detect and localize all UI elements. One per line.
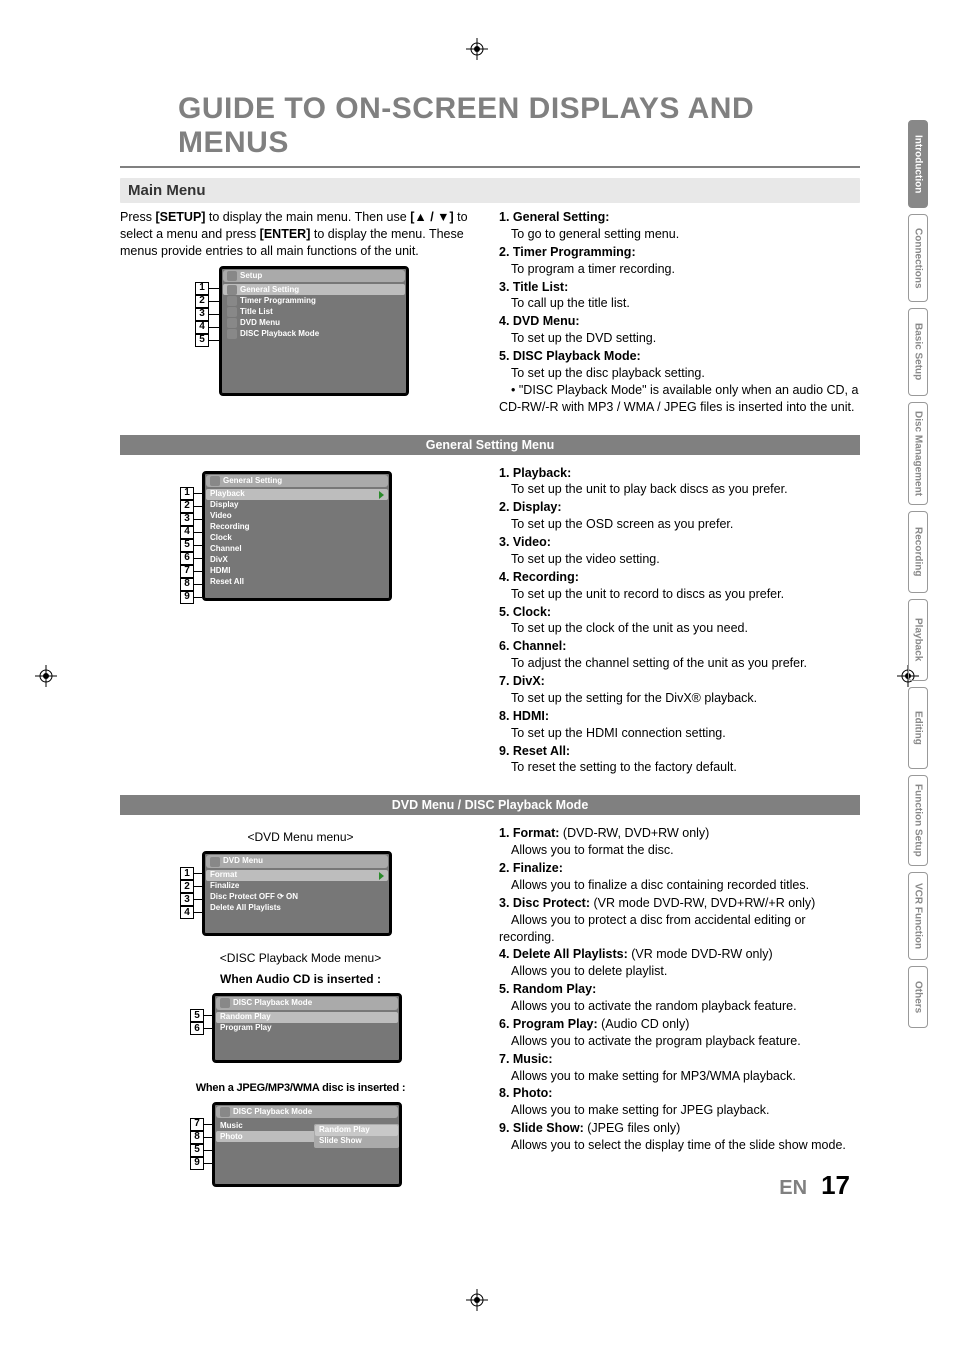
callout-num: 4 xyxy=(195,321,209,334)
callout-num: 7 xyxy=(180,565,194,578)
callout-num: 9 xyxy=(180,591,194,604)
dvd-menu-caption: <DVD Menu menu> xyxy=(120,829,481,845)
subheader-general-setting: General Setting Menu xyxy=(120,435,860,455)
updown-keys: [▲ / ▼] xyxy=(410,210,454,224)
callout-num: 2 xyxy=(195,295,209,308)
menu-row-icon xyxy=(227,296,237,306)
menu-row-icon xyxy=(227,329,237,339)
jpeg-caption: When a JPEG/MP3/WMA disc is inserted : xyxy=(120,1081,481,1096)
callout-num: 7 xyxy=(190,1118,204,1131)
tab-vcr-function[interactable]: VCR Function xyxy=(908,872,928,960)
callout-setup: 1 2 3 4 5 xyxy=(195,282,219,347)
tab-connections[interactable]: Connections xyxy=(908,214,928,302)
intro-paragraph: Press [SETUP] to display the main menu. … xyxy=(120,209,481,260)
callout-num: 9 xyxy=(190,1157,204,1170)
side-tabs: Introduction Connections Basic Setup Dis… xyxy=(888,120,954,1028)
chevron-right-icon xyxy=(379,491,384,499)
callout-num: 5 xyxy=(190,1009,204,1022)
subheader-dvd: DVD Menu / DISC Playback Mode xyxy=(120,795,860,815)
menu-row-icon xyxy=(227,307,237,317)
callout-num: 6 xyxy=(190,1022,204,1035)
callout-num: 8 xyxy=(180,578,194,591)
registration-mark-icon xyxy=(466,1289,488,1311)
tab-editing[interactable]: Editing xyxy=(908,687,928,769)
callout-jpeg: 7 8 5 9 xyxy=(190,1118,212,1170)
tab-recording[interactable]: Recording xyxy=(908,511,928,593)
page-number: EN 17 xyxy=(779,1170,850,1201)
callout-audio: 5 6 xyxy=(190,1009,212,1035)
general-setting-descriptions: 1. Playback:To set up the unit to play b… xyxy=(499,465,860,777)
callout-num: 5 xyxy=(180,539,194,552)
osd-submenu: Random Play Slide Show xyxy=(314,1124,399,1148)
registration-mark-icon xyxy=(35,665,57,687)
registration-mark-icon xyxy=(466,38,488,60)
osd-dvd-menu: DVD Menu Format Finalize Disc Protect OF… xyxy=(202,851,392,936)
callout-num: 3 xyxy=(180,513,194,526)
enter-button-label: [ENTER] xyxy=(260,227,311,241)
callout-num: 8 xyxy=(190,1131,204,1144)
osd-general: General Setting Playback Display Video R… xyxy=(202,471,392,601)
tab-introduction[interactable]: Introduction xyxy=(908,120,928,208)
menu-row-icon xyxy=(227,318,237,328)
disc-icon xyxy=(220,998,230,1008)
menu-row-icon xyxy=(227,285,237,295)
tab-playback[interactable]: Playback xyxy=(908,599,928,681)
callout-general: 1 2 3 4 5 6 7 8 9 xyxy=(180,487,202,604)
settings-icon xyxy=(210,476,220,486)
setup-icon xyxy=(227,271,237,281)
callout-num: 4 xyxy=(180,526,194,539)
callout-num: 4 xyxy=(180,906,194,919)
dvd-descriptions: 1. Format: (DVD-RW, DVD+RW only)Allows y… xyxy=(499,825,860,1154)
osd-disc-playback-jpeg: DISC Playback Mode Music Photo Random Pl… xyxy=(212,1102,402,1187)
audio-cd-caption: When Audio CD is inserted : xyxy=(120,971,481,987)
callout-dvd: 1 2 3 4 xyxy=(180,867,202,919)
callout-num: 1 xyxy=(180,487,194,500)
callout-num: 5 xyxy=(190,1144,204,1157)
page-title: GUIDE TO ON-SCREEN DISPLAYS AND MENUS xyxy=(120,88,860,168)
tab-basic-setup[interactable]: Basic Setup xyxy=(908,308,928,396)
tab-others[interactable]: Others xyxy=(908,966,928,1028)
setup-button-label: [SETUP] xyxy=(155,210,205,224)
tab-disc-management[interactable]: Disc Management xyxy=(908,402,928,505)
callout-num: 2 xyxy=(180,880,194,893)
callout-num: 6 xyxy=(180,552,194,565)
tab-function-setup[interactable]: Function Setup xyxy=(908,775,928,866)
callout-num: 5 xyxy=(195,334,209,347)
callout-num: 1 xyxy=(195,282,209,295)
disc-playback-caption: <DISC Playback Mode menu> xyxy=(120,950,481,966)
chevron-right-icon xyxy=(379,872,384,880)
osd-disc-playback-audio: DISC Playback Mode Random Play Program P… xyxy=(212,993,402,1063)
callout-num: 1 xyxy=(180,867,194,880)
dvd-icon xyxy=(210,857,220,867)
disc-icon xyxy=(220,1107,230,1117)
main-menu-descriptions: 1. General Setting:To go to general sett… xyxy=(499,209,860,416)
callout-num: 2 xyxy=(180,500,194,513)
osd-setup: Setup General Setting Timer Programming … xyxy=(219,266,409,396)
section-header-main-menu: Main Menu xyxy=(120,178,860,203)
callout-num: 3 xyxy=(195,308,209,321)
callout-num: 3 xyxy=(180,893,194,906)
